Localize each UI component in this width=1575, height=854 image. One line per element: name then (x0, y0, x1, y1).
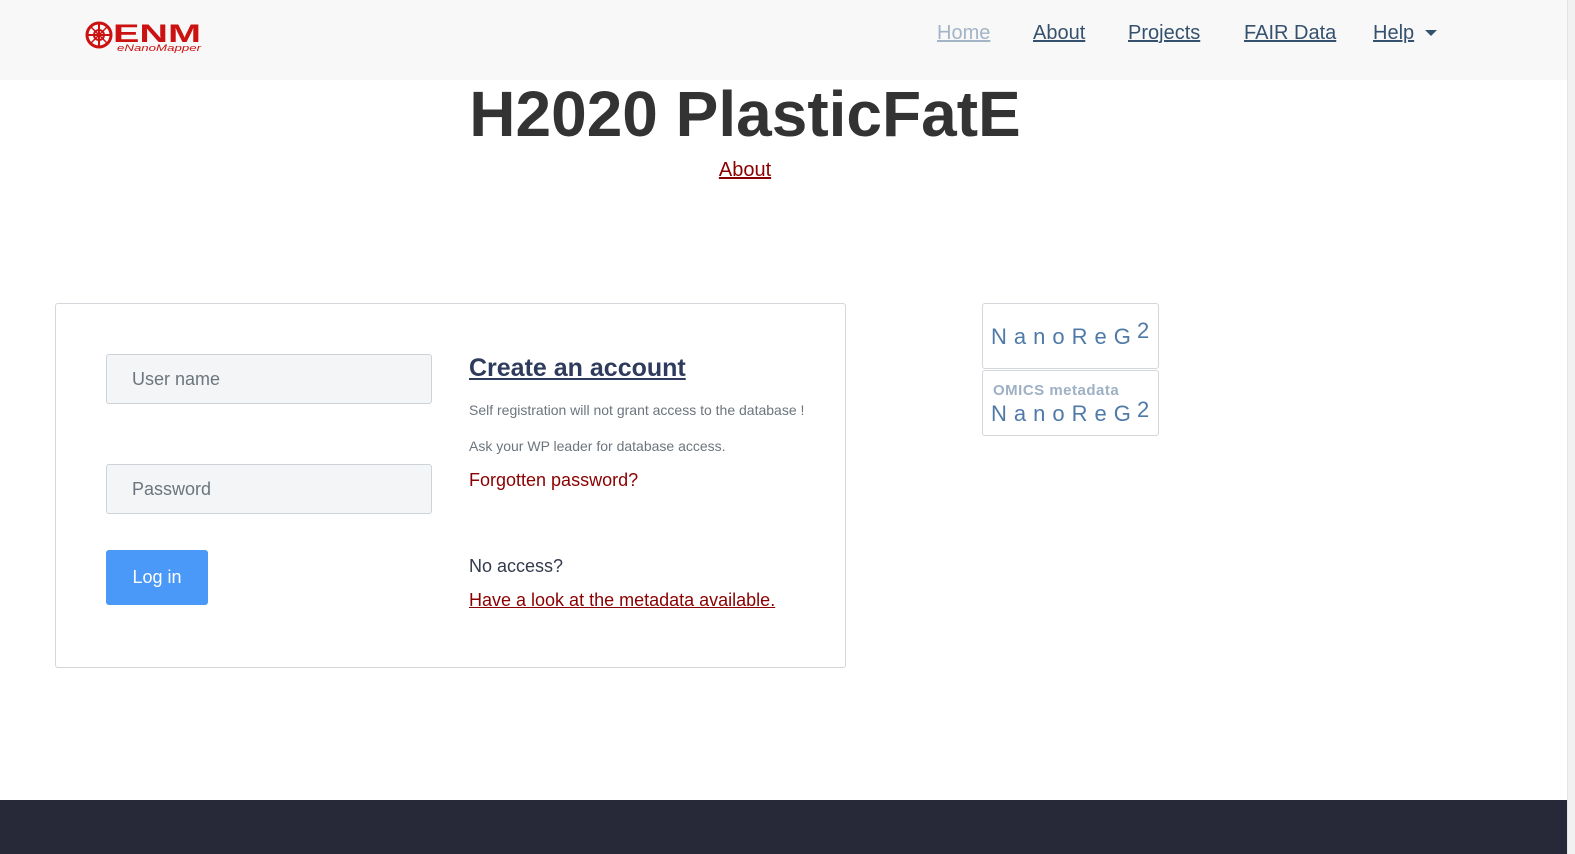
page-footer (0, 800, 1567, 854)
password-input[interactable] (106, 464, 432, 514)
no-access-text: No access? (469, 556, 564, 576)
username-input[interactable] (106, 354, 432, 404)
page: ENM eNanoMapper Home About Projects FAIR… (0, 0, 1575, 854)
self-registration-note: Self registration will not grant access … (469, 402, 805, 454)
chevron-down-icon[interactable] (1425, 30, 1437, 36)
nav-fair-data-link[interactable]: FAIR Data (1244, 21, 1336, 45)
nav-home-link[interactable]: Home (937, 21, 990, 45)
omics-metadata-label: OMICS metadata (993, 382, 1120, 399)
nanoreg2-badge[interactable]: NanoReG 2 (982, 303, 1159, 369)
nav-projects-link[interactable]: Projects (1128, 21, 1200, 45)
vertical-scrollbar[interactable] (1567, 0, 1575, 854)
nanoreg2-logo-superscript: 2 (1137, 318, 1150, 343)
login-panel: Log in Create an account Self registrati… (55, 303, 846, 668)
create-account-link[interactable]: Create an account (469, 353, 686, 383)
logo-subtext: eNanoMapper (117, 43, 202, 53)
login-button[interactable]: Log in (106, 550, 208, 605)
forgot-password-link[interactable]: Forgotten password? (469, 468, 638, 492)
about-link[interactable]: About (719, 159, 771, 181)
page-title: H2020 PlasticFatE (469, 78, 1021, 150)
nav-about-link[interactable]: About (1033, 21, 1085, 45)
omics-metadata-badge[interactable]: OMICS metadata NanoReG 2 (982, 370, 1159, 436)
enm-logo[interactable]: ENM eNanoMapper (84, 18, 204, 54)
top-navbar: ENM eNanoMapper Home About Projects FAIR… (0, 0, 1567, 80)
omics-nanoreg2-logo-superscript: 2 (1137, 397, 1150, 422)
metadata-link[interactable]: Have a look at the metadata available. (469, 588, 775, 612)
nav-help-dropdown[interactable]: Help (1373, 21, 1414, 45)
about-link-wrapper: About (0, 158, 1490, 182)
omics-nanoreg2-logo-text: NanoReG (991, 401, 1138, 426)
nanoreg2-logo-text: NanoReG (991, 324, 1138, 349)
nanomapper-globe-icon (85, 21, 113, 49)
